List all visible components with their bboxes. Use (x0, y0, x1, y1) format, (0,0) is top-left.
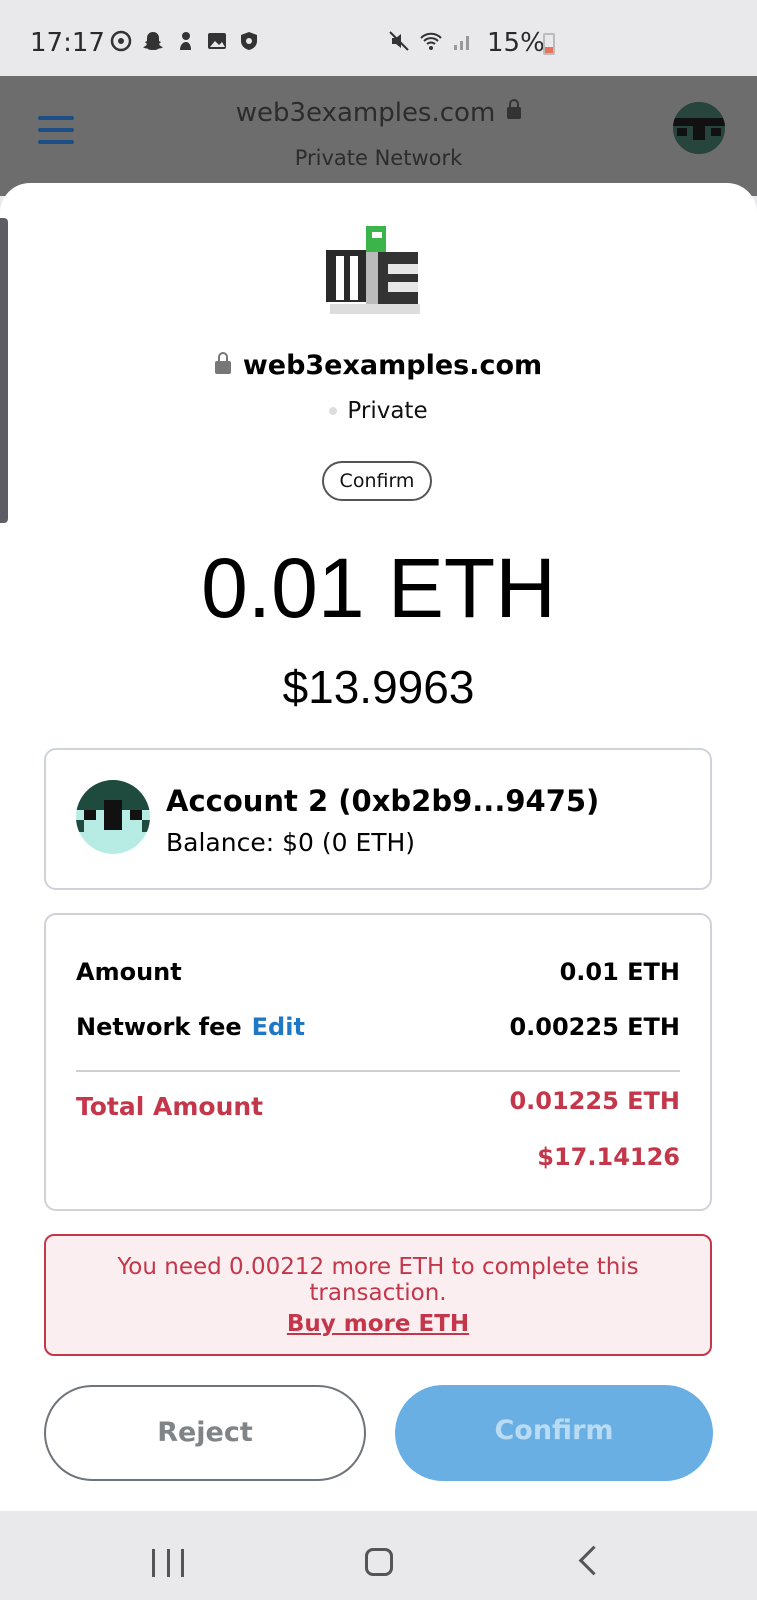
notification-icons (110, 30, 260, 52)
account-card: Account 2 (0xb2b9...9475) Balance: $0 (0… (44, 748, 712, 890)
network-fee-label: Network fee (76, 1013, 242, 1041)
wifi-icon (420, 32, 442, 50)
alert-message: You need 0.00212 more ETH to complete th… (117, 1254, 639, 1306)
amount-value: 0.01 ETH (559, 958, 680, 986)
shield-icon (241, 32, 257, 50)
site-origin: web3examples.com (0, 350, 757, 381)
insufficient-funds-alert: You need 0.00212 more ETH to complete th… (44, 1234, 712, 1356)
buy-more-eth-text[interactable]: Buy more ETH (287, 1311, 469, 1337)
identicon-icon (673, 102, 725, 154)
system-nav-bar (0, 1511, 757, 1600)
browser-url-text: web3examples.com (235, 98, 496, 128)
status-bar: 17:17 15% (0, 0, 757, 76)
divider (76, 1070, 680, 1072)
amount-label: Amount (76, 958, 182, 986)
account-balance: Balance: $0 (0 ETH) (166, 828, 416, 857)
account-avatar[interactable] (673, 102, 725, 154)
total-amount-fiat: $17.14126 (537, 1143, 680, 1171)
back-icon[interactable] (578, 1545, 609, 1576)
buy-more-eth-link[interactable]: Buy more ETH (46, 1311, 710, 1337)
reject-button[interactable]: Reject (44, 1385, 366, 1481)
gallery-icon (208, 33, 226, 49)
lock-icon (214, 352, 231, 374)
notification-icon (180, 32, 191, 50)
network-fee-value: 0.00225 ETH (509, 1013, 680, 1041)
fee-summary-card: Amount 0.01 ETH Network fee Edit 0.00225 … (44, 913, 712, 1211)
system-icons (388, 30, 474, 52)
signal-icon (454, 36, 469, 50)
lock-icon (507, 99, 522, 119)
recent-apps-icon[interactable] (152, 1549, 184, 1577)
network-dot-icon (329, 407, 338, 415)
network-fee-row: Network fee Edit (76, 1013, 305, 1041)
battery-icon (543, 33, 555, 55)
confirm-button[interactable]: Confirm (395, 1385, 713, 1481)
dnd-icon (110, 30, 132, 52)
request-type-badge: Confirm (322, 461, 432, 501)
transaction-fiat-value: $13.9963 (282, 661, 475, 713)
battery-percent: 15% (487, 28, 545, 58)
site-logo-icon (326, 226, 420, 314)
site-name: web3examples.com (242, 350, 543, 381)
home-icon[interactable] (365, 1548, 393, 1576)
browser-header: web3examples.com Private Network (0, 76, 757, 196)
browser-network: Private Network (294, 146, 463, 170)
edit-fee-link[interactable]: Edit (252, 1013, 305, 1041)
transaction-amount: 0.01 ETH (201, 541, 556, 635)
mute-icon (389, 31, 409, 51)
account-identicon-icon (76, 780, 150, 854)
network-indicator: Private (0, 398, 757, 424)
total-amount-label: Total Amount (76, 1092, 264, 1121)
clock: 17:17 (30, 28, 105, 58)
account-name: Account 2 (0xb2b9...9475) (166, 784, 600, 818)
browser-url: web3examples.com (0, 98, 757, 128)
network-name: Private (347, 398, 428, 424)
snapchat-icon (143, 32, 163, 50)
total-amount-eth: 0.01225 ETH (509, 1087, 680, 1115)
